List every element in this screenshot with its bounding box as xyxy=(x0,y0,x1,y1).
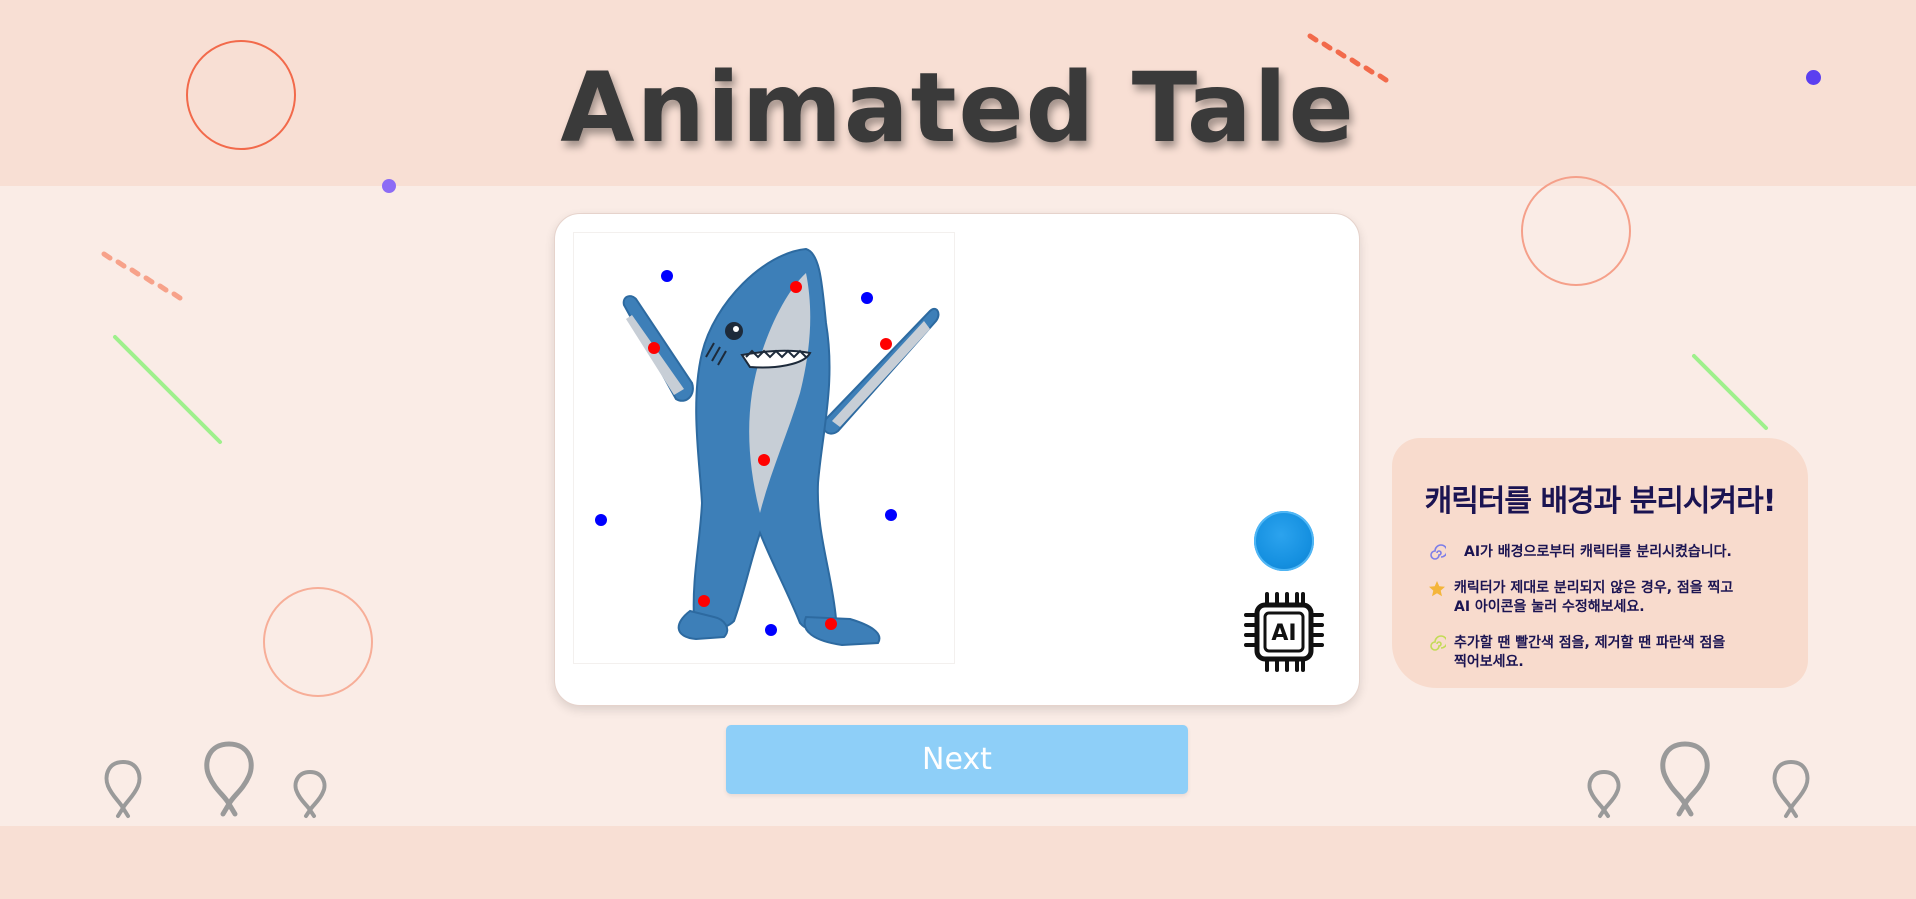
instruction-text: AI 아이콘을 눌러 수정해보세요. xyxy=(1454,599,1645,615)
instructions-title: 캐릭터를 배경과 분리시켜라! xyxy=(1424,484,1777,519)
decor-ring xyxy=(1521,176,1631,286)
balloon-icon xyxy=(1772,759,1810,818)
footer-band xyxy=(0,826,1916,899)
ai-chip-icon[interactable]: AI xyxy=(1241,589,1327,675)
character-canvas[interactable] xyxy=(573,232,955,664)
instructions-panel: 캐릭터를 배경과 분리시켜라! AI가 배경으로부터 캐릭터를 분리시켰습니다.… xyxy=(1392,438,1808,688)
instruction-text: 추가할 땐 빨간색 점을, 제거할 땐 파란색 점을 xyxy=(1454,635,1726,651)
add-point xyxy=(825,618,837,630)
star-icon xyxy=(1429,581,1445,597)
next-button[interactable]: Next xyxy=(726,725,1188,794)
balloon-icon xyxy=(1660,741,1710,817)
spiral-icon xyxy=(1430,635,1446,651)
remove-point xyxy=(861,292,873,304)
balloon-icon xyxy=(293,769,327,818)
decor-line xyxy=(113,335,222,444)
decor-dot xyxy=(382,179,396,193)
decor-line xyxy=(1692,354,1768,430)
add-point xyxy=(880,338,892,350)
remove-point xyxy=(765,624,777,636)
editor-card: AI xyxy=(554,213,1360,706)
ai-chip-label: AI xyxy=(1271,621,1296,646)
remove-point xyxy=(661,270,673,282)
remove-point xyxy=(595,514,607,526)
instruction-text: 캐릭터가 제대로 분리되지 않은 경우, 점을 찍고 xyxy=(1454,580,1734,596)
balloon-icon xyxy=(1587,769,1621,818)
add-point xyxy=(758,454,770,466)
page-title: Animated Tale xyxy=(560,52,1356,164)
instruction-text: AI가 배경으로부터 캐릭터를 분리시켰습니다. xyxy=(1464,544,1732,560)
shark-character-image xyxy=(595,247,940,647)
decor-ring xyxy=(263,587,373,697)
balloon-icon xyxy=(104,759,142,818)
add-point xyxy=(648,342,660,354)
spiral-icon xyxy=(1430,544,1446,560)
instruction-text: 찍어보세요. xyxy=(1454,654,1524,670)
remove-point xyxy=(885,509,897,521)
color-picker-orb[interactable] xyxy=(1254,511,1314,571)
add-point xyxy=(790,281,802,293)
decor-stripes xyxy=(101,251,183,301)
add-point xyxy=(698,595,710,607)
balloon-icon xyxy=(204,741,254,817)
